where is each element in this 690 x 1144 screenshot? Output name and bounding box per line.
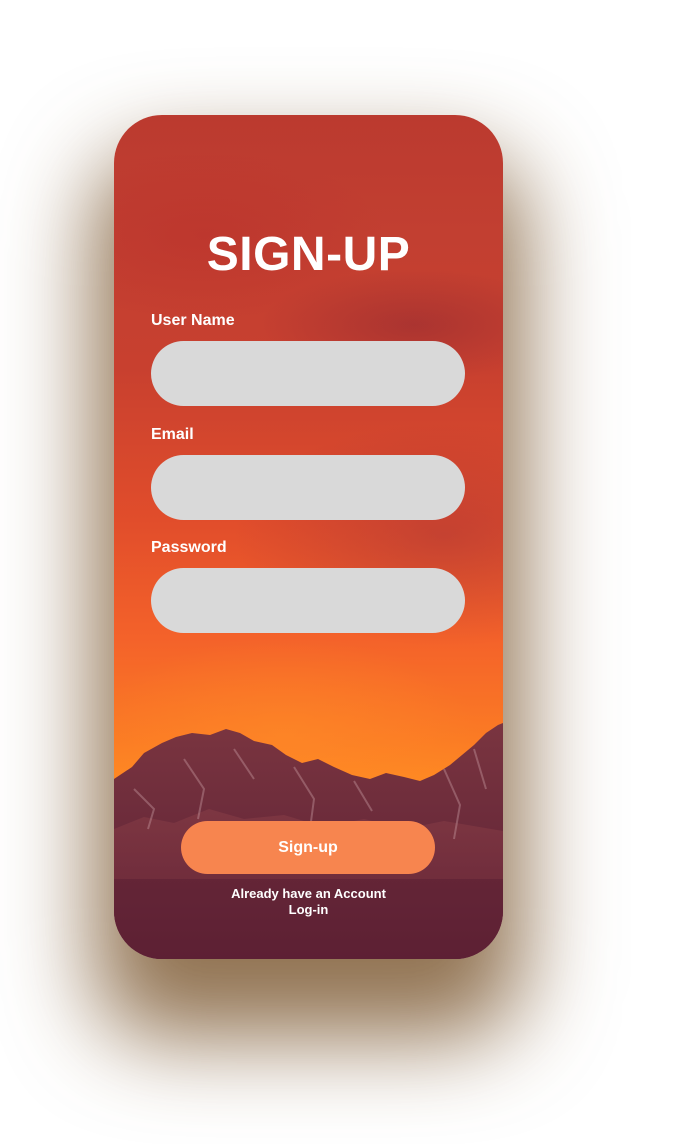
stage: SIGN-UP User Name Email Password Sign-up… [0, 0, 690, 1144]
email-input[interactable] [151, 455, 465, 520]
phone-frame: SIGN-UP User Name Email Password Sign-up… [114, 115, 503, 959]
username-input[interactable] [151, 341, 465, 406]
login-link[interactable]: Log-in [114, 902, 503, 917]
signup-button[interactable]: Sign-up [181, 821, 435, 874]
password-input[interactable] [151, 568, 465, 633]
email-label: Email [151, 426, 194, 443]
password-label: Password [151, 539, 227, 556]
page-title: SIGN-UP [206, 228, 411, 281]
username-label: User Name [151, 312, 235, 329]
login-prompt: Already have an Account [231, 886, 386, 901]
